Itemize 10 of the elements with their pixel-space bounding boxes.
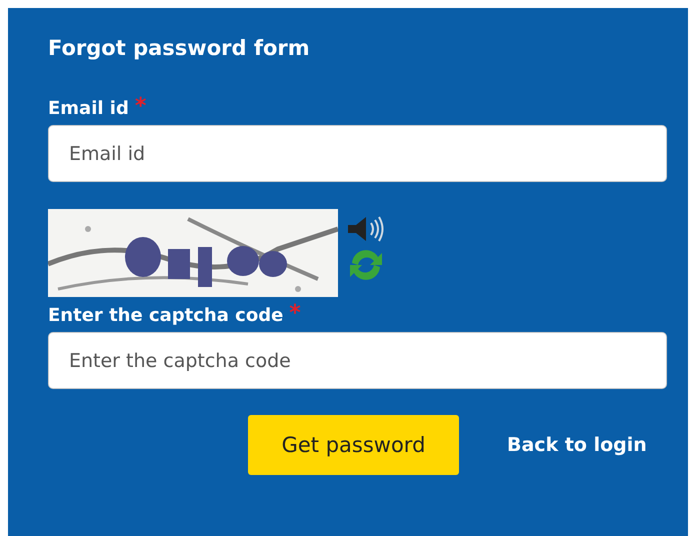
- field-label: Enter the captcha code: [48, 305, 284, 326]
- speaker-icon[interactable]: [346, 215, 386, 243]
- email-field[interactable]: Email id: [48, 125, 667, 182]
- form-title: Forgot password form: [48, 36, 311, 60]
- required-mark: *: [289, 305, 301, 323]
- get-password-button[interactable]: Get password: [248, 415, 459, 475]
- back-to-login-link[interactable]: Back to login: [507, 434, 647, 456]
- required-mark: *: [134, 98, 146, 116]
- captcha-field[interactable]: Enter the captcha code: [48, 332, 667, 389]
- field-label: Email id: [48, 98, 129, 119]
